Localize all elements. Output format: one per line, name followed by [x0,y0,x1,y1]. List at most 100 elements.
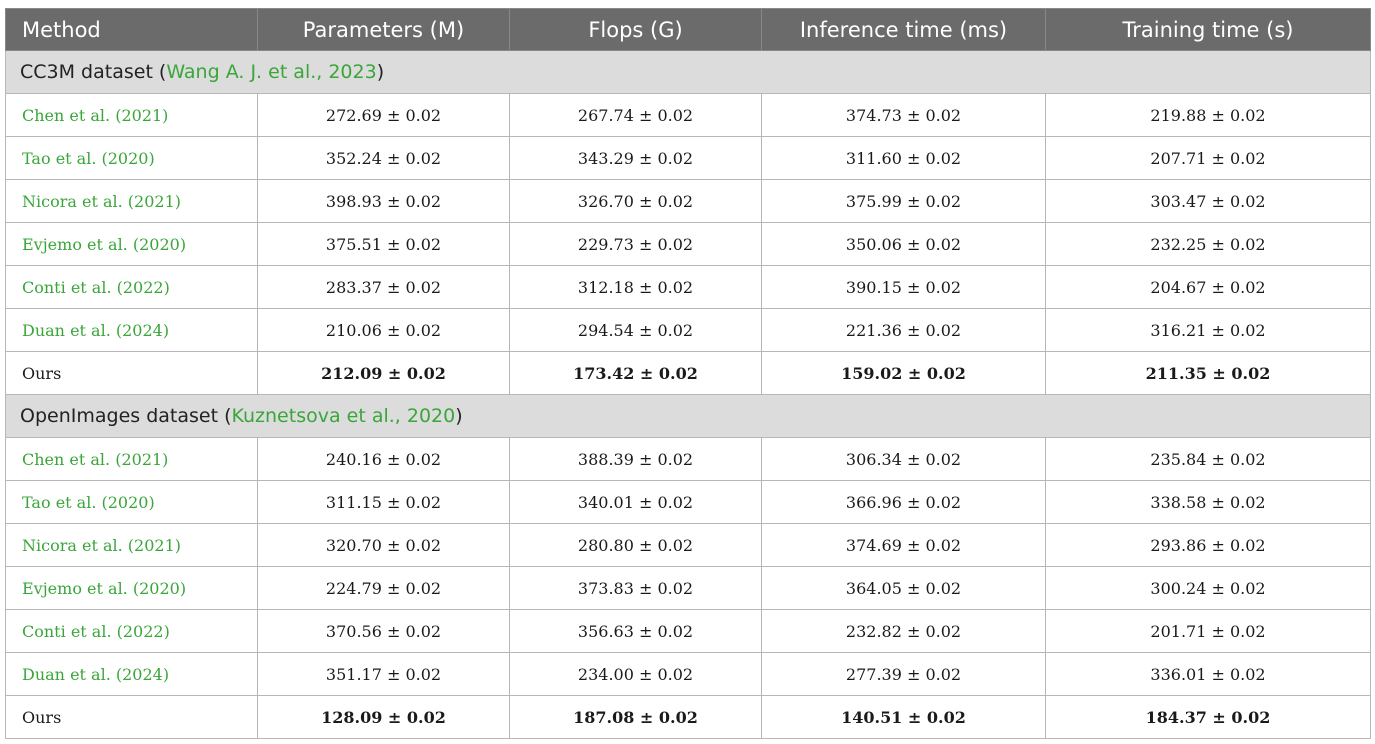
value-cell: 350.06 ± 0.02 [761,222,1046,266]
table-row: Evjemo et al. (2020) 375.51 ± 0.02 229.73 … [5,222,1371,266]
value-cell: 375.99 ± 0.02 [761,179,1046,223]
value-cell: 373.83 ± 0.02 [509,566,762,610]
header-parameters: Parameters (M) [257,8,510,51]
value-cell: 366.96 ± 0.02 [761,480,1046,524]
value-cell: 375.51 ± 0.02 [257,222,510,266]
section-title-text: OpenImages dataset ( [20,405,232,427]
value-cell: 229.73 ± 0.02 [509,222,762,266]
value-cell: 351.17 ± 0.02 [257,652,510,696]
value-cell: 219.88 ± 0.02 [1045,93,1371,137]
method-cell: Ours [5,351,258,395]
value-cell: 303.47 ± 0.02 [1045,179,1371,223]
section-row: OpenImages dataset (Kuznetsova et al., 2… [5,394,1371,438]
value-cell: 283.37 ± 0.02 [257,265,510,309]
value-cell: 370.56 ± 0.02 [257,609,510,653]
table-row: Duan et al. (2024) 351.17 ± 0.02 234.00 ± … [5,652,1371,696]
table-body: CC3M dataset (Wang A. J. et al., 2023) Ch… [5,50,1371,739]
value-cell: 221.36 ± 0.02 [761,308,1046,352]
value-cell: 234.00 ± 0.02 [509,652,762,696]
results-table: Method Parameters (M) Flops (G) Inferenc… [5,8,1371,739]
value-cell: 235.84 ± 0.02 [1045,437,1371,481]
table-row: Conti et al. (2022) 370.56 ± 0.02 356.63 ±… [5,609,1371,653]
value-cell: 159.02 ± 0.02 [761,351,1046,395]
value-cell: 338.58 ± 0.02 [1045,480,1371,524]
header-training-time: Training time (s) [1045,8,1371,51]
value-cell: 398.93 ± 0.02 [257,179,510,223]
method-citation-link[interactable]: Chen et al. (2021) [5,437,258,481]
value-cell: 240.16 ± 0.02 [257,437,510,481]
table-row: Ours 128.09 ± 0.02 187.08 ± 0.02 140.51 ± 0… [5,695,1371,739]
value-cell: 232.25 ± 0.02 [1045,222,1371,266]
section-title: OpenImages dataset (Kuznetsova et al., 2… [5,394,1371,438]
table-row: Nicora et al. (2021) 398.93 ± 0.02 326.70 … [5,179,1371,223]
value-cell: 184.37 ± 0.02 [1045,695,1371,739]
table-row: Tao et al. (2020) 311.15 ± 0.02 340.01 ± 0… [5,480,1371,524]
value-cell: 326.70 ± 0.02 [509,179,762,223]
header-method: Method [5,8,258,51]
method-citation-link[interactable]: Duan et al. (2024) [5,308,258,352]
value-cell: 312.18 ± 0.02 [509,265,762,309]
section-title-suffix: ) [376,61,385,83]
table-row: Ours 212.09 ± 0.02 173.42 ± 0.02 159.02 ± 0… [5,351,1371,395]
value-cell: 364.05 ± 0.02 [761,566,1046,610]
table-row: Nicora et al. (2021) 320.70 ± 0.02 280.80 … [5,523,1371,567]
method-citation-link[interactable]: Evjemo et al. (2020) [5,566,258,610]
method-citation-link[interactable]: Chen et al. (2021) [5,93,258,137]
section-row: CC3M dataset (Wang A. J. et al., 2023) [5,50,1371,94]
method-citation-link[interactable]: Duan et al. (2024) [5,652,258,696]
value-cell: 316.21 ± 0.02 [1045,308,1371,352]
value-cell: 336.01 ± 0.02 [1045,652,1371,696]
value-cell: 320.70 ± 0.02 [257,523,510,567]
value-cell: 187.08 ± 0.02 [509,695,762,739]
value-cell: 311.15 ± 0.02 [257,480,510,524]
method-citation-link[interactable]: Nicora et al. (2021) [5,179,258,223]
method-citation-link[interactable]: Evjemo et al. (2020) [5,222,258,266]
section-title-suffix: ) [455,405,463,427]
citation-link[interactable]: Wang A. J. et al., 2023 [166,61,376,83]
section-title-text: CC3M dataset ( [20,61,167,83]
value-cell: 294.54 ± 0.02 [509,308,762,352]
value-cell: 293.86 ± 0.02 [1045,523,1371,567]
table-row: Chen et al. (2021) 240.16 ± 0.02 388.39 ± … [5,437,1371,481]
method-citation-link[interactable]: Tao et al. (2020) [5,136,258,180]
value-cell: 128.09 ± 0.02 [257,695,510,739]
header-row: Method Parameters (M) Flops (G) Inferenc… [5,8,1371,51]
value-cell: 277.39 ± 0.02 [761,652,1046,696]
value-cell: 311.60 ± 0.02 [761,136,1046,180]
value-cell: 352.24 ± 0.02 [257,136,510,180]
method-citation-link[interactable]: Nicora et al. (2021) [5,523,258,567]
value-cell: 356.63 ± 0.02 [509,609,762,653]
value-cell: 210.06 ± 0.02 [257,308,510,352]
method-citation-link[interactable]: Conti et al. (2022) [5,265,258,309]
header-inference-time: Inference time (ms) [761,8,1046,51]
method-cell: Ours [5,695,258,739]
value-cell: 374.69 ± 0.02 [761,523,1046,567]
value-cell: 388.39 ± 0.02 [509,437,762,481]
value-cell: 300.24 ± 0.02 [1045,566,1371,610]
value-cell: 374.73 ± 0.02 [761,93,1046,137]
value-cell: 232.82 ± 0.02 [761,609,1046,653]
method-citation-link[interactable]: Tao et al. (2020) [5,480,258,524]
value-cell: 211.35 ± 0.02 [1045,351,1371,395]
table-row: Conti et al. (2022) 283.37 ± 0.02 312.18 ±… [5,265,1371,309]
value-cell: 267.74 ± 0.02 [509,93,762,137]
value-cell: 212.09 ± 0.02 [257,351,510,395]
value-cell: 204.67 ± 0.02 [1045,265,1371,309]
value-cell: 201.71 ± 0.02 [1045,609,1371,653]
value-cell: 340.01 ± 0.02 [509,480,762,524]
table-row: Duan et al. (2024) 210.06 ± 0.02 294.54 ± … [5,308,1371,352]
value-cell: 343.29 ± 0.02 [509,136,762,180]
method-citation-link[interactable]: Conti et al. (2022) [5,609,258,653]
value-cell: 306.34 ± 0.02 [761,437,1046,481]
table-row: Chen et al. (2021) 272.69 ± 0.02 267.74 ± … [5,93,1371,137]
citation-link[interactable]: Kuznetsova et al., 2020 [231,405,455,427]
value-cell: 390.15 ± 0.02 [761,265,1046,309]
table-row: Tao et al. (2020) 352.24 ± 0.02 343.29 ± 0… [5,136,1371,180]
value-cell: 280.80 ± 0.02 [509,523,762,567]
header-flops: Flops (G) [509,8,762,51]
value-cell: 272.69 ± 0.02 [257,93,510,137]
value-cell: 224.79 ± 0.02 [257,566,510,610]
value-cell: 173.42 ± 0.02 [509,351,762,395]
value-cell: 207.71 ± 0.02 [1045,136,1371,180]
value-cell: 140.51 ± 0.02 [761,695,1046,739]
